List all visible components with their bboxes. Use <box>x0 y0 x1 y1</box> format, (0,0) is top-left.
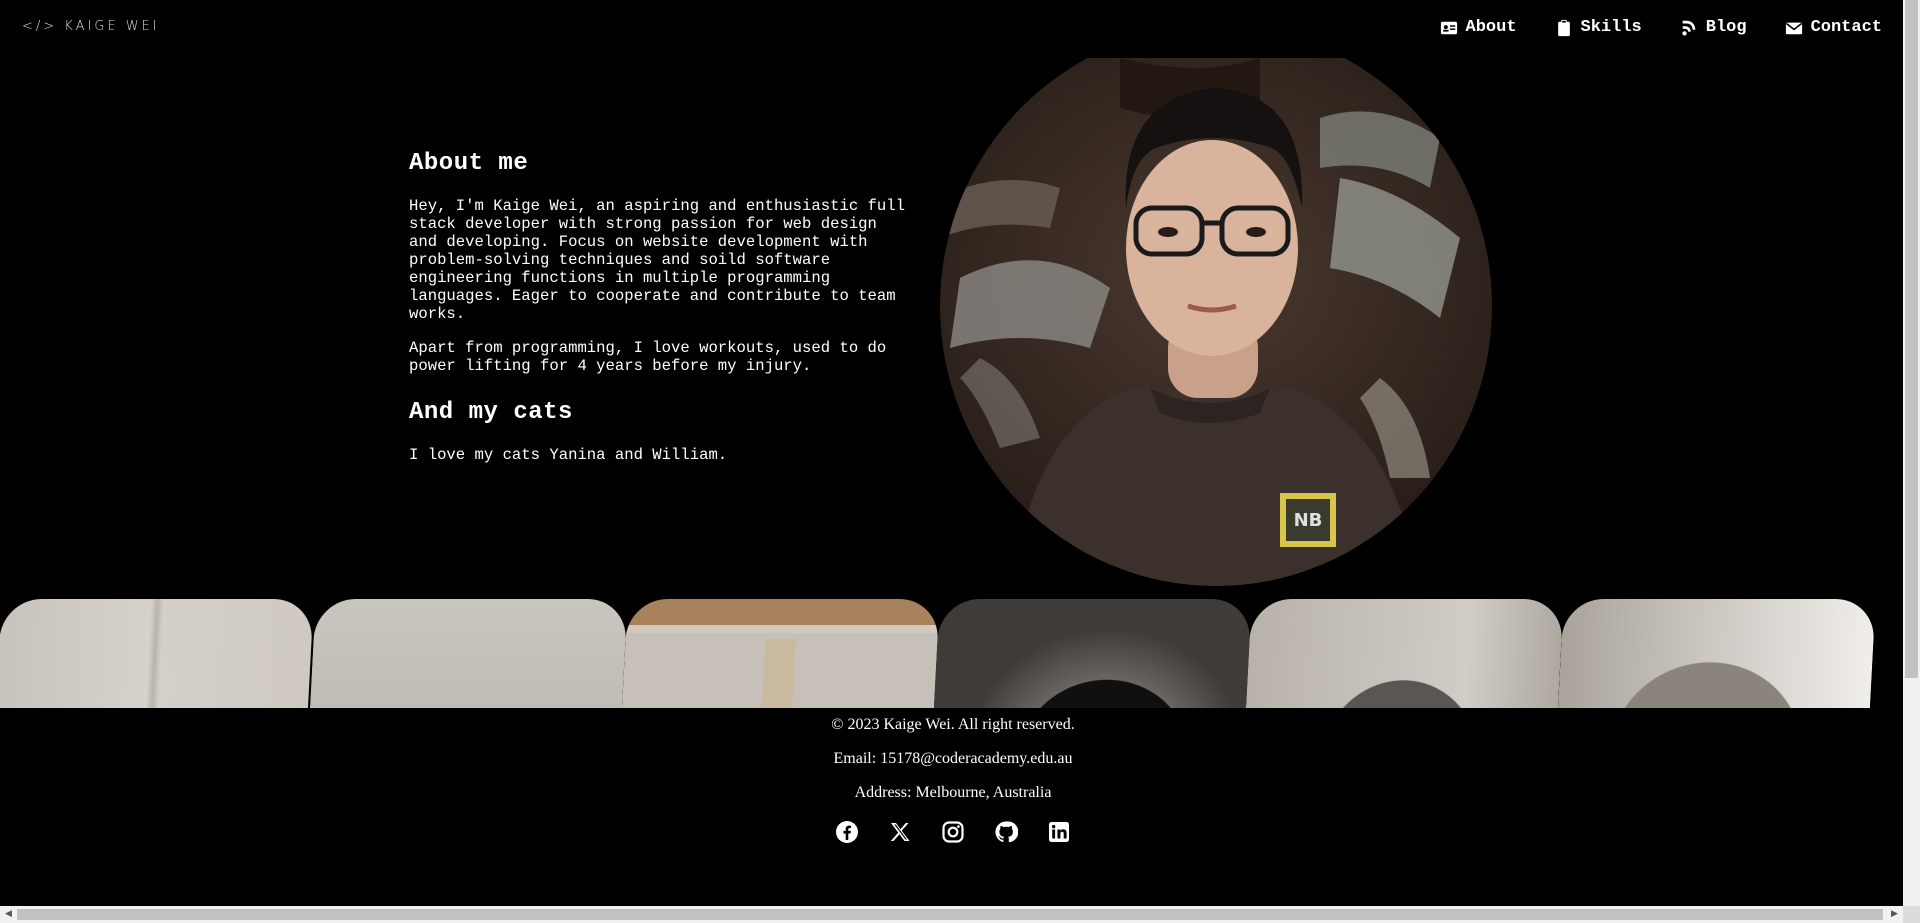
github-icon[interactable] <box>994 820 1018 844</box>
nav-blog[interactable]: Blog <box>1680 18 1747 37</box>
cat-photo[interactable] <box>932 599 1252 708</box>
nav-contact[interactable]: Contact <box>1785 18 1882 37</box>
main-nav: About Skills Blog Contact <box>1440 18 1882 37</box>
x-icon[interactable] <box>888 820 912 844</box>
cat-photo[interactable] <box>620 599 940 708</box>
social-links <box>0 820 1906 844</box>
footer-address: Address: Melbourne, Australia <box>854 784 1052 801</box>
scroll-left-arrow[interactable]: ◀ <box>0 906 17 923</box>
nav-blog-label: Blog <box>1705 18 1747 37</box>
portrait-frame: NB <box>900 58 1520 598</box>
nav-skills[interactable]: Skills <box>1555 18 1642 37</box>
footer-email: Email: 15178@coderacademy.edu.au <box>833 750 1073 767</box>
horizontal-scrollbar[interactable]: ◀ ▶ <box>0 906 1903 923</box>
site-footer: © 2023 Kaige Wei. All right reserved. Em… <box>0 708 1906 844</box>
about-hobby: Apart from programming, I love workouts,… <box>409 339 887 375</box>
clipboard-icon <box>1557 19 1570 36</box>
envelope-icon <box>1785 22 1802 34</box>
instagram-icon[interactable] <box>941 820 965 844</box>
scroll-right-arrow[interactable]: ▶ <box>1886 906 1903 923</box>
nav-contact-label: Contact <box>1810 18 1882 37</box>
profile-photo: NB <box>940 58 1492 586</box>
nav-skills-label: Skills <box>1580 18 1642 37</box>
site-header: </> KAIGE WEI About Skills Blog Contact <box>0 0 1900 58</box>
vertical-scrollbar-thumb[interactable] <box>1905 0 1918 678</box>
cats-text: I love my cats Yanina and William. <box>409 446 728 464</box>
about-intro: Hey, I'm Kaige Wei, an aspiring and enth… <box>409 197 905 323</box>
footer-copyright: © 2023 Kaige Wei. All right reserved. <box>831 716 1075 733</box>
linkedin-icon[interactable] <box>1047 820 1071 844</box>
cat-tree-post <box>760 639 796 708</box>
nav-about[interactable]: About <box>1440 18 1517 37</box>
id-card-icon <box>1440 21 1457 34</box>
cat-photo[interactable] <box>1556 599 1876 708</box>
scrollbar-corner <box>1903 906 1920 923</box>
site-logo[interactable]: </> KAIGE WEI <box>22 19 160 34</box>
facebook-icon[interactable] <box>835 820 859 844</box>
horizontal-scrollbar-thumb[interactable] <box>17 909 1883 920</box>
nav-about-label: About <box>1465 18 1517 37</box>
vertical-scrollbar[interactable] <box>1903 0 1920 906</box>
about-section: About me Hey, I'm Kaige Wei, an aspiring… <box>409 150 914 480</box>
blog-icon <box>1682 20 1696 36</box>
about-title: About me <box>409 150 529 177</box>
cat-photo[interactable] <box>1244 599 1564 708</box>
svg-text:NB: NB <box>1294 510 1323 531</box>
cats-title: And my cats <box>409 399 573 426</box>
cat-gallery <box>0 599 1886 708</box>
cat-photo[interactable] <box>0 599 314 708</box>
cat-photo[interactable] <box>308 599 628 708</box>
